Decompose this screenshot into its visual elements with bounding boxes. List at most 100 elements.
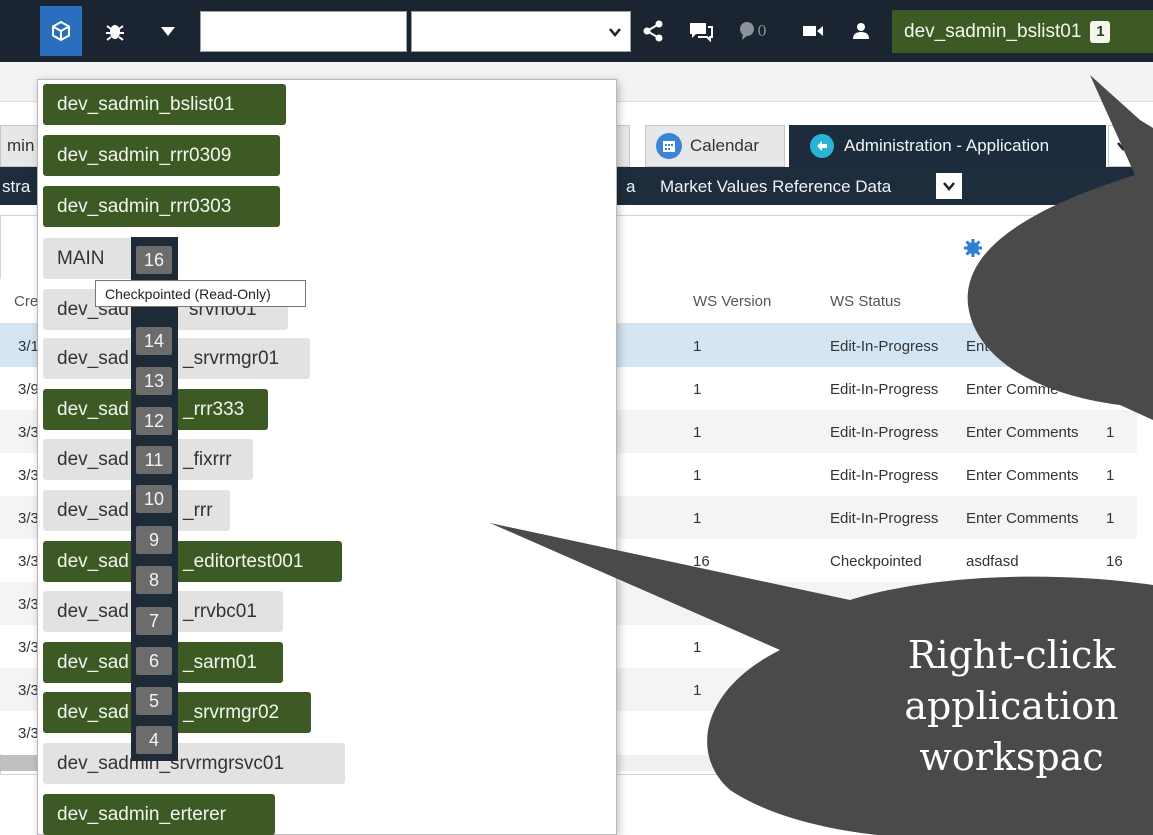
search-input[interactable] <box>200 11 407 52</box>
callout-line: workspac <box>919 735 1104 779</box>
cell-number: 1 <box>1106 510 1115 527</box>
scrollbar-thumb[interactable] <box>0 755 40 771</box>
version-badge[interactable]: 9 <box>136 526 172 554</box>
workspace-select[interactable] <box>411 11 631 52</box>
callout-text: Right-click application workspac <box>870 630 1153 783</box>
callout-line: application <box>904 684 1119 728</box>
cell-created: 3/3 <box>18 725 39 742</box>
cell-comments: Enter Comments <box>966 424 1079 441</box>
version-badge[interactable]: 14 <box>136 327 172 355</box>
gear-icon[interactable] <box>963 238 983 264</box>
version-number: 12 <box>143 410 165 431</box>
workspace-item[interactable]: dev_sad _editortest001 <box>43 541 342 582</box>
cell-comments: Enter Comments <box>966 510 1079 527</box>
cell-created: 3/9 <box>18 381 39 398</box>
version-badge[interactable]: 8 <box>136 566 172 594</box>
cell-version: 1 <box>693 381 702 398</box>
cell-comments: Enter Comments <box>966 467 1079 484</box>
workspace-label: dev_sad <box>57 499 129 521</box>
version-number: 6 <box>148 650 159 671</box>
workspace-label: MAIN <box>57 247 105 269</box>
cell-created: 3/3 <box>18 510 39 527</box>
subtab-market-values[interactable]: Market Values Reference Data <box>660 177 891 197</box>
tab-calendar[interactable]: Calendar <box>645 125 785 167</box>
workspace-item[interactable]: dev_sadmin_srvrmgrsvc01 <box>43 743 345 784</box>
speech-counter-icon[interactable]: 0 <box>730 6 776 56</box>
version-number: 16 <box>143 249 165 270</box>
cell-status: Edit-In-Progress <box>830 467 939 484</box>
workspace-label: dev_sad <box>57 701 129 723</box>
cell-number: 16 <box>1106 553 1123 570</box>
workspace-item[interactable]: dev_sadmin_rrr0309 <box>43 135 280 176</box>
tab-administration-application[interactable]: Administration - Application <box>789 125 1106 167</box>
workspace-item[interactable]: dev_sadmin_bslist01 <box>43 84 286 125</box>
cell-created: 3/3 <box>18 639 39 656</box>
bug-icon[interactable] <box>95 6 135 56</box>
workspace-label-tail: _fixrrr <box>183 448 232 470</box>
cube-icon[interactable] <box>40 6 82 56</box>
version-number: 7 <box>148 610 159 631</box>
column-ws-version[interactable]: WS Version <box>693 293 771 310</box>
version-badge[interactable]: 4 <box>136 726 172 754</box>
version-badge[interactable]: 6 <box>136 647 172 675</box>
calendar-icon <box>656 133 682 159</box>
workspace-item[interactable]: dev_sadmin_erterer <box>43 794 275 835</box>
cell-version: 1 <box>693 682 702 699</box>
workspace-item[interactable]: dev_sadmin_rrr0303 <box>43 186 280 227</box>
column-comments[interactable]: C <box>968 293 979 310</box>
version-tooltip: Checkpointed (Read-Only) <box>95 280 306 307</box>
workspace-version-badge: 1 <box>1090 20 1111 43</box>
cell-created: 3/1 <box>18 338 39 355</box>
share-icon[interactable] <box>636 6 670 56</box>
cell-status: Edit-In-Progress <box>830 510 939 527</box>
cell-version: 1 <box>693 639 702 656</box>
version-number: 5 <box>148 690 159 711</box>
version-badge[interactable]: 5 <box>136 687 172 715</box>
tab-overflow-menu[interactable] <box>1108 125 1138 167</box>
column-created[interactable]: Cre <box>14 293 38 310</box>
cell-comments: asdfasd <box>966 553 1019 570</box>
workspace-label-tail: _rrvbc01 <box>183 600 257 622</box>
version-badge[interactable]: 13 <box>136 367 172 395</box>
current-workspace-button[interactable]: dev_sadmin_bslist01 1 <box>892 10 1153 53</box>
workspace-label-tail: _editortest001 <box>183 550 304 572</box>
workspace-label: dev_sadmin_rrr0303 <box>57 195 232 217</box>
workspace-label: dev_sadmin_rrr0309 <box>57 144 232 166</box>
subtab-partial-mid[interactable]: a <box>626 177 635 197</box>
cell-status: pointed <box>858 596 908 613</box>
top-toolbar: 0 dev_sadmin_bslist01 1 <box>0 0 1153 62</box>
tab-label: min <box>7 136 35 155</box>
caret-down-icon[interactable] <box>148 6 188 56</box>
cell-status: Edit-In-Progress <box>830 338 939 355</box>
subtab-partial-left[interactable]: stra <box>2 177 30 197</box>
version-badge[interactable]: 11 <box>136 446 172 474</box>
tab-admin[interactable]: min <box>0 125 40 167</box>
callout-line: Right-click <box>907 633 1116 677</box>
speech-count: 0 <box>757 22 767 40</box>
user-icon[interactable] <box>843 6 879 56</box>
cell-created: 3/3 <box>18 596 39 613</box>
workspace-label: dev_sad <box>57 398 129 420</box>
cell-created: 3/3 <box>18 467 39 484</box>
tab-label: Calendar <box>690 136 759 155</box>
workspace-item-main[interactable]: MAIN <box>43 238 143 279</box>
version-badge[interactable]: 16 <box>136 246 172 274</box>
workspace-label: dev_sad <box>57 448 129 470</box>
column-ws-status[interactable]: WS Status <box>830 293 901 310</box>
cell-version: 1 <box>693 467 702 484</box>
subtab-overflow-menu[interactable] <box>936 173 962 199</box>
workspace-label: dev_sad <box>57 347 129 369</box>
version-number: 11 <box>144 449 164 470</box>
version-badge[interactable]: 12 <box>136 407 172 435</box>
cell-comments: Enter Comme <box>966 381 1059 398</box>
tab-label: Administration - Application <box>844 136 1050 155</box>
version-badge[interactable]: 7 <box>136 607 172 635</box>
cell-status: Edit-In-Progress <box>830 424 939 441</box>
video-icon[interactable] <box>795 6 831 56</box>
version-number: 14 <box>143 330 165 351</box>
cell-created: 3/3 <box>18 424 39 441</box>
version-badge[interactable]: 10 <box>136 485 172 513</box>
workspace-label: dev_sad <box>57 600 129 622</box>
chat-icon[interactable] <box>682 6 720 56</box>
cell-comments: Ente <box>966 338 997 355</box>
